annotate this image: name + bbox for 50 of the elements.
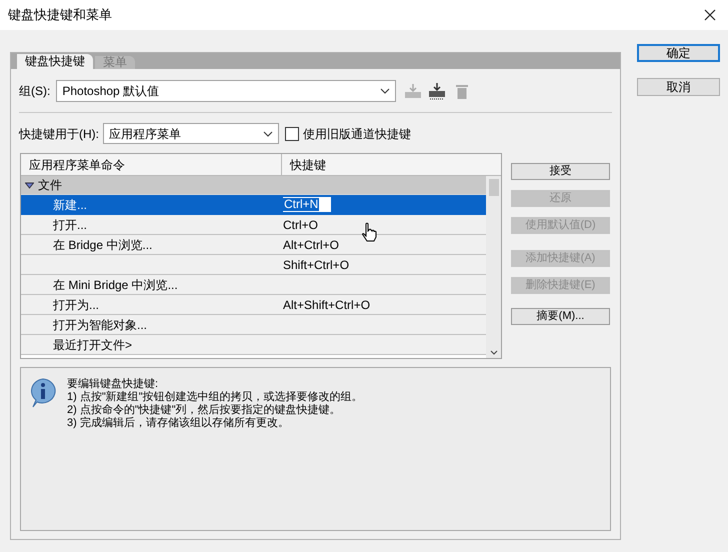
command-cell: 最近打开文件>	[53, 338, 132, 352]
window-title: 键盘快捷键和菜单	[8, 6, 112, 24]
table-row[interactable]: 在 Bridge 中浏览... Alt+Ctrl+O	[21, 235, 486, 255]
info-text: 1) 点按"新建组"按钮创建选中组的拷贝，或选择要修改的组。	[67, 391, 363, 404]
column-header[interactable]: 快捷键	[282, 154, 501, 175]
table-row[interactable]: 最近打开文件>	[21, 335, 486, 355]
group-dropdown[interactable]: Photoshop 默认值	[56, 80, 396, 102]
table-row[interactable]: 在 Mini Bridge 中浏览...	[21, 275, 486, 295]
command-cell: 打开为智能对象...	[53, 318, 148, 332]
info-text: 3) 完成编辑后，请存储该组以存储所有更改。	[67, 417, 290, 430]
shortcut-input-field[interactable]: Ctrl+N	[283, 197, 331, 212]
expanded-triangle-icon[interactable]	[25, 182, 34, 188]
info-icon	[29, 378, 57, 408]
command-cell: 打开为...	[53, 298, 100, 312]
chevron-icon	[263, 130, 273, 136]
command-cell: 打开...	[53, 218, 88, 232]
column-header[interactable]: 应用程序菜单命令	[21, 154, 282, 175]
side-button[interactable]: 接受	[511, 163, 610, 180]
shortcuts-for-label: 快捷键用于(H):	[19, 126, 99, 142]
shortcut-cell: Shift+Ctrl+O	[283, 258, 350, 272]
group-name: 文件	[38, 177, 62, 194]
table-row[interactable]: 打开为智能对象...	[21, 315, 486, 335]
table-row[interactable]: 打开为... Alt+Shift+Ctrl+O	[21, 295, 486, 315]
shortcut-cell: Alt+Shift+Ctrl+O	[283, 298, 370, 312]
chevron-icon	[380, 88, 390, 94]
group-label: 组(S):	[19, 83, 50, 100]
command-cell: 在 Bridge 中浏览...	[53, 238, 152, 252]
tab[interactable]: 键盘快捷键	[17, 54, 93, 69]
table-row[interactable]: Shift+Ctrl+O	[21, 255, 486, 275]
shortcuts-for-dropdown[interactable]: 应用程序菜单	[103, 123, 279, 144]
legacy-checkbox[interactable]	[285, 126, 299, 140]
info-text: 要编辑键盘快捷键:	[67, 378, 160, 390]
scroll-thumb[interactable]	[488, 178, 498, 196]
hand-cursor-icon	[361, 222, 377, 242]
checkbox-label: 使用旧版通道快捷键	[303, 126, 411, 142]
command-cell: 在 Mini Bridge 中浏览...	[53, 278, 178, 292]
info-text: 2) 点按命令的"快捷键"列，然后按要指定的键盘快捷键。	[67, 404, 342, 416]
scrollbar[interactable]	[486, 176, 501, 358]
shortcut-cell: Alt+Ctrl+O	[283, 238, 340, 252]
close-icon[interactable]	[704, 9, 716, 21]
group-row[interactable]: 文件	[21, 176, 486, 195]
cancel-button[interactable]: 取消	[637, 78, 720, 96]
scroll-down-icon[interactable]	[490, 350, 498, 355]
side-button[interactable]: 摘要(M)...	[511, 308, 610, 325]
command-cell: 新建...	[53, 198, 88, 212]
selected-table-row[interactable]: 新建... Ctrl+N	[21, 195, 486, 215]
save-as-icon[interactable]	[428, 82, 446, 100]
ok-button[interactable]: 确定	[637, 44, 720, 62]
shortcut-cell: Ctrl+O	[283, 218, 318, 232]
table-row[interactable]: 打开... Ctrl+O	[21, 215, 486, 235]
